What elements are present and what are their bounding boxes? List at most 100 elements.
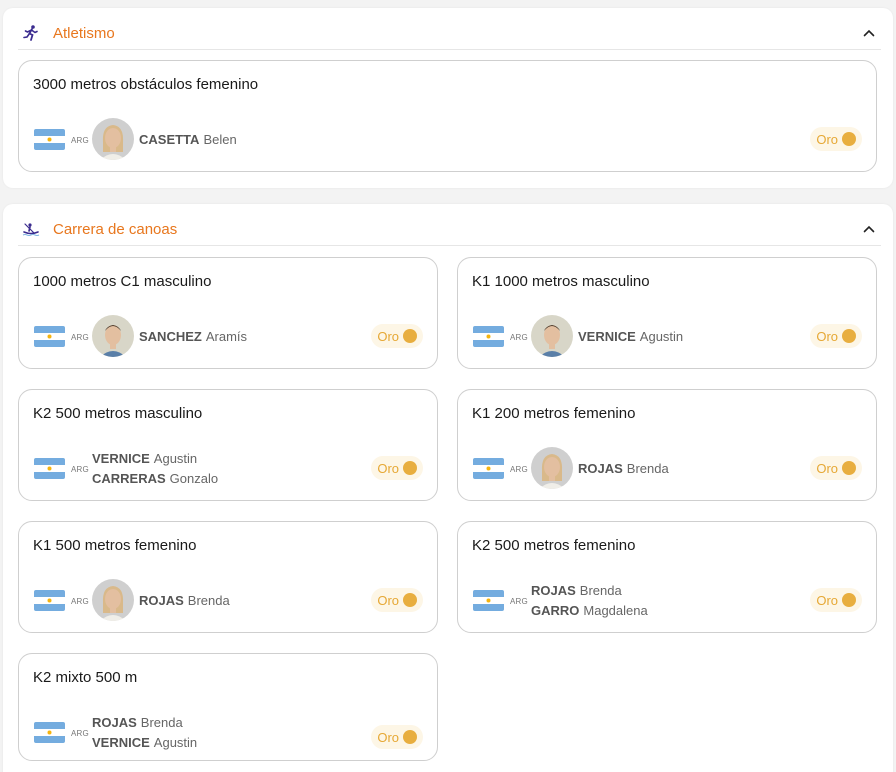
- event-card[interactable]: 3000 metros obstáculos femenino ARG CASETT…: [18, 60, 877, 172]
- athlete-first-name: Agustin: [639, 329, 684, 344]
- gold-medal-icon: [842, 461, 856, 475]
- country-code: ARG: [71, 333, 89, 342]
- event-title: K1 500 metros femenino: [33, 537, 197, 554]
- event-card[interactable]: 1000 metros C1 masculino ARG SANCHEZ Aramís…: [18, 257, 438, 369]
- athlete-last-name: VERNICE: [578, 329, 636, 344]
- athlete-name[interactable]: VERNICE Agustin: [92, 735, 197, 750]
- medal-badge: Oro: [810, 456, 862, 480]
- athlete-last-name: ROJAS: [92, 715, 137, 730]
- athlete-name[interactable]: VERNICE Agustin: [92, 451, 197, 466]
- event-card[interactable]: K1 1000 metros masculino ARG VERNICE Agusti…: [457, 257, 877, 369]
- athlete-first-name: Aramís: [205, 329, 248, 344]
- medal-badge: Oro: [371, 725, 423, 749]
- gold-medal-icon: [403, 593, 417, 607]
- event-title: 1000 metros C1 masculino: [33, 273, 212, 290]
- argentina-flag-icon: [34, 129, 65, 150]
- country-code: ARG: [71, 136, 89, 145]
- medal-label: Oro: [377, 460, 399, 476]
- country-code: ARG: [510, 465, 528, 474]
- athlete-name[interactable]: ROJAS Brenda: [139, 593, 230, 608]
- athlete-last-name: GARRO: [531, 603, 580, 618]
- section-title: Atletismo: [53, 25, 115, 42]
- medal-badge: Oro: [810, 324, 862, 348]
- medal-badge: Oro: [371, 588, 423, 612]
- gold-medal-icon: [842, 593, 856, 607]
- chevron-up-icon[interactable]: [861, 221, 877, 237]
- medal-label: Oro: [377, 729, 399, 745]
- medal-label: Oro: [816, 328, 838, 344]
- chevron-up-icon[interactable]: [861, 25, 877, 41]
- athlete-avatar: [531, 447, 573, 489]
- athlete-last-name: ROJAS: [139, 593, 184, 608]
- section-header-atletismo[interactable]: Atletismo: [18, 18, 881, 50]
- section-title: Carrera de canoas: [53, 221, 178, 238]
- athlete-last-name: SANCHEZ: [139, 329, 202, 344]
- medal-badge: Oro: [371, 456, 423, 480]
- athlete-name[interactable]: GARRO Magdalena: [531, 603, 648, 618]
- running-person-icon: [23, 25, 38, 41]
- argentina-flag-icon: [473, 458, 504, 479]
- athlete-avatar: [92, 579, 134, 621]
- athlete-name[interactable]: CASETTA Belen: [139, 132, 237, 147]
- athlete-first-name: Magdalena: [583, 603, 648, 618]
- argentina-flag-icon: [473, 590, 504, 611]
- medal-label: Oro: [377, 328, 399, 344]
- athlete-first-name: Agustin: [153, 451, 198, 466]
- gold-medal-icon: [403, 461, 417, 475]
- athlete-name[interactable]: CARRERAS Gonzalo: [92, 471, 218, 486]
- athlete-first-name: Brenda: [187, 593, 230, 608]
- country-code: ARG: [510, 597, 528, 606]
- event-card[interactable]: K2 500 metros femenino ARG ROJAS Brenda GARR…: [457, 521, 877, 633]
- athlete-first-name: Brenda: [626, 461, 669, 476]
- canoe-icon: [22, 223, 40, 236]
- athlete-name[interactable]: ROJAS Brenda: [531, 583, 622, 598]
- argentina-flag-icon: [34, 326, 65, 347]
- athlete-avatar: [92, 315, 134, 357]
- argentina-flag-icon: [34, 590, 65, 611]
- medal-badge: Oro: [810, 127, 862, 151]
- country-code: ARG: [71, 465, 89, 474]
- event-card[interactable]: K1 200 metros femenino ARG ROJAS Brenda Oro: [457, 389, 877, 501]
- athlete-first-name: Brenda: [140, 715, 183, 730]
- athlete-name[interactable]: VERNICE Agustin: [578, 329, 683, 344]
- argentina-flag-icon: [473, 326, 504, 347]
- country-code: ARG: [510, 333, 528, 342]
- gold-medal-icon: [842, 132, 856, 146]
- athlete-name[interactable]: ROJAS Brenda: [92, 715, 183, 730]
- athlete-first-name: Belen: [203, 132, 237, 147]
- medal-label: Oro: [816, 592, 838, 608]
- event-title: K2 500 metros femenino: [472, 537, 636, 554]
- gold-medal-icon: [403, 329, 417, 343]
- event-card[interactable]: K2 500 metros masculino ARG VERNICE Agustin…: [18, 389, 438, 501]
- gold-medal-icon: [403, 730, 417, 744]
- athlete-avatar: [531, 315, 573, 357]
- gold-medal-icon: [842, 329, 856, 343]
- athlete-last-name: VERNICE: [92, 735, 150, 750]
- athlete-last-name: CARRERAS: [92, 471, 166, 486]
- athlete-avatar: [92, 118, 134, 160]
- event-title: K2 mixto 500 m: [33, 669, 138, 686]
- event-title: K1 200 metros femenino: [472, 405, 636, 422]
- country-code: ARG: [71, 729, 89, 738]
- athlete-name[interactable]: ROJAS Brenda: [578, 461, 669, 476]
- medal-label: Oro: [377, 592, 399, 608]
- athlete-first-name: Agustin: [153, 735, 198, 750]
- section-carrera-de-canoas: Carrera de canoas 1000 metros C1 masculi…: [3, 204, 893, 772]
- section-header-canoas[interactable]: Carrera de canoas: [18, 214, 881, 246]
- medal-label: Oro: [816, 131, 838, 147]
- athlete-last-name: ROJAS: [531, 583, 576, 598]
- event-title: 3000 metros obstáculos femenino: [33, 76, 259, 93]
- argentina-flag-icon: [34, 722, 65, 743]
- athlete-name[interactable]: SANCHEZ Aramís: [139, 329, 247, 344]
- medal-badge: Oro: [371, 324, 423, 348]
- section-atletismo: Atletismo 3000 metros obstáculos femenin…: [3, 8, 893, 188]
- athlete-last-name: CASETTA: [139, 132, 200, 147]
- athlete-last-name: ROJAS: [578, 461, 623, 476]
- argentina-flag-icon: [34, 458, 65, 479]
- event-card[interactable]: K1 500 metros femenino ARG ROJAS Brenda Oro: [18, 521, 438, 633]
- event-title: K1 1000 metros masculino: [472, 273, 650, 290]
- country-code: ARG: [71, 597, 89, 606]
- athlete-first-name: Gonzalo: [169, 471, 219, 486]
- athlete-first-name: Brenda: [579, 583, 622, 598]
- event-card[interactable]: K2 mixto 500 m ARG ROJAS Brenda VERNICE Agust…: [18, 653, 438, 761]
